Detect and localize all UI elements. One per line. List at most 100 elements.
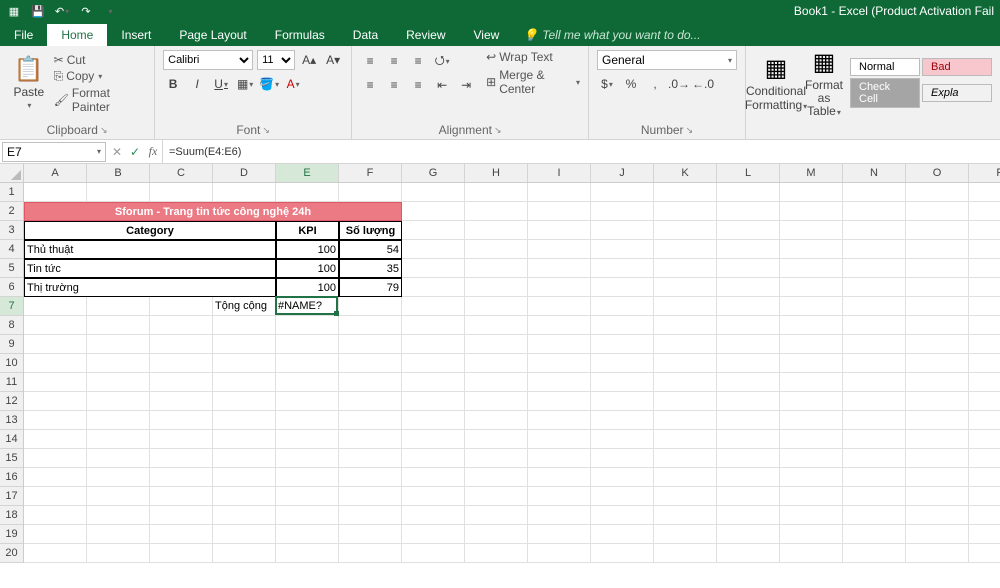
cut-button[interactable]: ✂Cut <box>54 53 146 67</box>
tab-file[interactable]: File <box>0 24 47 46</box>
style-bad[interactable]: Bad <box>922 58 992 76</box>
column-header[interactable]: P <box>969 164 1000 182</box>
select-all-corner[interactable] <box>0 164 24 183</box>
fill-color-button[interactable]: 🪣▾ <box>259 74 279 94</box>
row-header[interactable]: 20 <box>0 544 23 563</box>
column-header[interactable]: G <box>402 164 465 182</box>
currency-button[interactable]: $▾ <box>597 74 617 94</box>
increase-decimal-button[interactable]: .0→ <box>669 74 689 94</box>
cell-total-label[interactable]: Tộng cộng <box>213 297 276 316</box>
increase-indent-button[interactable]: ⇥ <box>456 75 476 95</box>
font-name-select[interactable]: Calibri <box>163 50 253 70</box>
redo-icon[interactable]: ↷ <box>78 3 94 19</box>
cell[interactable]: Thủ thuật <box>24 240 276 259</box>
number-format-select[interactable]: General▾ <box>597 50 737 70</box>
row-header[interactable]: 19 <box>0 525 23 544</box>
save-icon[interactable]: 💾 <box>30 3 46 19</box>
qat-customize-icon[interactable]: ▾ <box>102 3 118 19</box>
borders-button[interactable]: ▦▾ <box>235 74 255 94</box>
chevron-down-icon[interactable]: ▾ <box>65 7 69 16</box>
row-header[interactable]: 6 <box>0 278 23 297</box>
column-header[interactable]: J <box>591 164 654 182</box>
tell-me[interactable]: 💡Tell me what you want to do... <box>513 24 710 46</box>
cell[interactable]: 100 <box>276 259 339 278</box>
formula-input[interactable]: =Suum(E4:E6) <box>162 140 1000 163</box>
column-header[interactable]: I <box>528 164 591 182</box>
decrease-decimal-button[interactable]: ←.0 <box>693 74 713 94</box>
align-left-button[interactable]: ≡ <box>360 75 380 95</box>
bold-button[interactable]: B <box>163 74 183 94</box>
row-header[interactable]: 17 <box>0 487 23 506</box>
column-header[interactable]: O <box>906 164 969 182</box>
underline-button[interactable]: U▾ <box>211 74 231 94</box>
cell-header-qty[interactable]: Số lượng <box>339 221 402 240</box>
column-header[interactable]: B <box>87 164 150 182</box>
style-check-cell[interactable]: Check Cell <box>850 78 920 108</box>
cell[interactable]: 100 <box>276 240 339 259</box>
row-header[interactable]: 12 <box>0 392 23 411</box>
orientation-button[interactable]: ⭯▾ <box>432 51 452 71</box>
chevron-down-icon[interactable]: ▾ <box>97 147 101 156</box>
format-as-table-button[interactable]: ▦ Format as Table▾ <box>802 50 846 116</box>
tab-formulas[interactable]: Formulas <box>261 24 339 46</box>
row-header[interactable]: 11 <box>0 373 23 392</box>
column-header[interactable]: F <box>339 164 402 182</box>
cell[interactable]: 100 <box>276 278 339 297</box>
dialog-launcher-icon[interactable]: ↘ <box>494 125 502 136</box>
row-header[interactable]: 8 <box>0 316 23 335</box>
font-size-select[interactable]: 11 <box>257 50 295 70</box>
cell[interactable]: 35 <box>339 259 402 278</box>
column-header[interactable]: K <box>654 164 717 182</box>
comma-button[interactable]: , <box>645 74 665 94</box>
cell-grid[interactable]: Sforum - Trang tin tức công nghệ 24h Cat… <box>24 183 1000 563</box>
cell-total-value[interactable]: #NAME? <box>276 297 339 316</box>
tab-review[interactable]: Review <box>392 24 459 46</box>
dialog-launcher-icon[interactable]: ↘ <box>686 125 694 136</box>
style-explanatory[interactable]: Expla <box>922 84 992 102</box>
merge-center-button[interactable]: ⊞Merge & Center▾ <box>486 68 580 96</box>
row-header[interactable]: 10 <box>0 354 23 373</box>
cancel-formula-button[interactable]: ✕ <box>108 145 126 159</box>
column-header[interactable]: H <box>465 164 528 182</box>
tab-insert[interactable]: Insert <box>107 24 165 46</box>
column-header[interactable]: D <box>213 164 276 182</box>
tab-home[interactable]: Home <box>47 24 107 46</box>
align-top-button[interactable]: ≡ <box>360 51 380 71</box>
increase-font-button[interactable]: A▴ <box>299 50 319 70</box>
cell[interactable]: Tin tức <box>24 259 276 278</box>
style-normal[interactable]: Normal <box>850 58 920 76</box>
align-bottom-button[interactable]: ≡ <box>408 51 428 71</box>
cell[interactable]: 79 <box>339 278 402 297</box>
name-box[interactable]: E7▾ <box>2 142 106 162</box>
cell[interactable]: 54 <box>339 240 402 259</box>
cell[interactable]: Thị trường <box>24 278 276 297</box>
decrease-indent-button[interactable]: ⇤ <box>432 75 452 95</box>
row-header[interactable]: 9 <box>0 335 23 354</box>
decrease-font-button[interactable]: A▾ <box>323 50 343 70</box>
row-header[interactable]: 2 <box>0 202 23 221</box>
row-header[interactable]: 3 <box>0 221 23 240</box>
tab-view[interactable]: View <box>460 24 514 46</box>
column-header[interactable]: E <box>276 164 339 182</box>
conditional-formatting-button[interactable]: ▦ Conditional Formatting▾ <box>754 50 798 116</box>
row-header[interactable]: 14 <box>0 430 23 449</box>
tab-page-layout[interactable]: Page Layout <box>165 24 260 46</box>
percent-button[interactable]: % <box>621 74 641 94</box>
paste-button[interactable]: 📋 Paste▾ <box>8 50 50 116</box>
italic-button[interactable]: I <box>187 74 207 94</box>
enter-formula-button[interactable]: ✓ <box>126 145 144 159</box>
tab-data[interactable]: Data <box>339 24 392 46</box>
fx-icon[interactable]: fx <box>144 144 162 159</box>
column-header[interactable]: N <box>843 164 906 182</box>
row-header[interactable]: 1 <box>0 183 23 202</box>
column-header[interactable]: C <box>150 164 213 182</box>
row-header[interactable]: 4 <box>0 240 23 259</box>
align-right-button[interactable]: ≡ <box>408 75 428 95</box>
row-header[interactable]: 5 <box>0 259 23 278</box>
row-header[interactable]: 18 <box>0 506 23 525</box>
wrap-text-button[interactable]: ↩Wrap Text <box>486 50 580 64</box>
column-header[interactable]: A <box>24 164 87 182</box>
cell-title[interactable]: Sforum - Trang tin tức công nghệ 24h <box>24 202 402 221</box>
row-header[interactable]: 16 <box>0 468 23 487</box>
font-color-button[interactable]: A▾ <box>283 74 303 94</box>
